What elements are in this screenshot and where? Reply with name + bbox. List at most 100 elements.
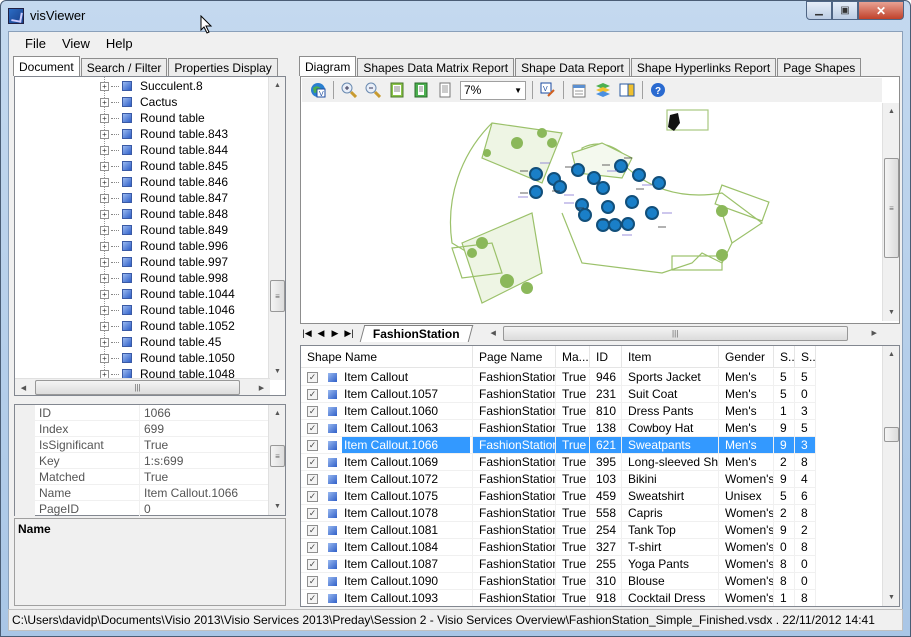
property-row[interactable]: Index 699: [15, 421, 269, 437]
expand-icon[interactable]: +: [100, 177, 109, 187]
shape-report-icon[interactable]: [570, 81, 588, 99]
table-row[interactable]: ✓ Item Callout.1066 FashionStation True 621 S…: [301, 437, 816, 454]
row-checkbox[interactable]: ✓: [307, 389, 318, 401]
tree-horizontal-scrollbar[interactable]: ◀ ||| ▶: [15, 378, 270, 395]
page-tab-fashionstation[interactable]: FashionStation: [359, 324, 473, 342]
tree-item[interactable]: + Cactus: [100, 94, 177, 110]
row-checkbox[interactable]: ✓: [307, 440, 318, 452]
scroll-left-arrow-icon[interactable]: ◀: [485, 325, 502, 342]
expand-icon[interactable]: +: [100, 305, 109, 315]
row-checkbox[interactable]: ✓: [307, 406, 318, 418]
expand-icon[interactable]: +: [100, 81, 109, 91]
column-header[interactable]: Shape Name: [301, 346, 473, 367]
tree-item[interactable]: + Round table: [100, 110, 205, 126]
zoom-level-dropdown[interactable]: 7%: [460, 80, 526, 100]
minimize-button[interactable]: ▁: [806, 1, 832, 20]
tab-shapes-data-matrix-report[interactable]: Shapes Data Matrix Report: [357, 58, 515, 76]
table-row[interactable]: ✓ Item Callout.1060 FashionStation True 810 D…: [301, 403, 816, 420]
column-header[interactable]: Gender: [719, 346, 774, 367]
expand-icon[interactable]: +: [100, 257, 109, 267]
column-header[interactable]: Item: [622, 346, 719, 367]
row-checkbox[interactable]: ✓: [307, 372, 318, 384]
table-row[interactable]: ✓ Item Callout.1063 FashionStation True 138 C…: [301, 420, 816, 437]
previous-page-icon[interactable]: ◀: [314, 328, 328, 339]
edit-visio-icon[interactable]: V: [539, 81, 557, 99]
expand-icon[interactable]: +: [100, 321, 109, 331]
scroll-thumb[interactable]: ≡: [884, 158, 899, 258]
props-vertical-scrollbar[interactable]: ▲ ≡ ▼: [268, 405, 285, 515]
next-page-icon[interactable]: ▶: [328, 328, 342, 339]
first-page-icon[interactable]: |◀: [300, 328, 314, 339]
tab-page-shapes[interactable]: Page Shapes: [777, 58, 862, 76]
scroll-down-arrow-icon[interactable]: ▼: [269, 498, 286, 515]
property-row[interactable]: Matched True: [15, 469, 269, 485]
expand-icon[interactable]: +: [100, 337, 109, 347]
expand-icon[interactable]: +: [100, 97, 109, 107]
table-row[interactable]: ✓ Item Callout.1072 FashionStation True 103 B…: [301, 471, 816, 488]
property-row[interactable]: Name Item Callout.1066: [15, 485, 269, 501]
table-row[interactable]: ✓ Item Callout FashionStation True 946 Sports…: [301, 369, 816, 386]
row-checkbox[interactable]: ✓: [307, 576, 318, 588]
help-icon[interactable]: ?: [649, 81, 667, 99]
fit-width-icon[interactable]: [412, 81, 430, 99]
scroll-thumb[interactable]: [884, 427, 899, 442]
row-checkbox[interactable]: ✓: [307, 423, 318, 435]
scroll-down-arrow-icon[interactable]: ▼: [269, 363, 286, 380]
column-header[interactable]: Page Name: [473, 346, 556, 367]
tree-item[interactable]: + Round table.1046: [100, 302, 235, 318]
expand-icon[interactable]: +: [100, 225, 109, 235]
tree-item[interactable]: + Round table.1052: [100, 318, 235, 334]
row-checkbox[interactable]: ✓: [307, 559, 318, 571]
table-row[interactable]: ✓ Item Callout.1057 FashionStation True 231 S…: [301, 386, 816, 403]
table-row[interactable]: ✓ Item Callout.1090 FashionStation True 310 B…: [301, 573, 816, 590]
row-checkbox[interactable]: ✓: [307, 491, 318, 503]
panel-layout-icon[interactable]: [618, 81, 636, 99]
expand-icon[interactable]: +: [100, 273, 109, 283]
row-checkbox[interactable]: ✓: [307, 525, 318, 537]
expand-icon[interactable]: +: [100, 113, 109, 123]
scroll-up-arrow-icon[interactable]: ▲: [269, 405, 286, 422]
property-row[interactable]: ID 1066: [15, 405, 269, 421]
tab-shape-data-report[interactable]: Shape Data Report: [515, 58, 630, 76]
grid-vertical-scrollbar[interactable]: ▲ ▼: [882, 346, 899, 606]
scroll-up-arrow-icon[interactable]: ▲: [883, 346, 899, 363]
canvas-horizontal-scrollbar[interactable]: ◀ ||| ▶: [485, 325, 877, 342]
tree-item[interactable]: + Round table.997: [100, 254, 228, 270]
menu-file[interactable]: File: [17, 36, 54, 51]
tab-diagram[interactable]: Diagram: [299, 56, 357, 76]
column-header[interactable]: S..: [795, 346, 816, 367]
tree-item[interactable]: + Round table.1044: [100, 286, 235, 302]
scroll-thumb[interactable]: ≡: [270, 280, 285, 312]
column-header[interactable]: S..: [774, 346, 795, 367]
tab-search-filter[interactable]: Search / Filter: [80, 58, 168, 76]
tab-document[interactable]: Document: [13, 56, 80, 76]
last-page-icon[interactable]: ▶|: [342, 328, 356, 339]
menu-help[interactable]: Help: [98, 36, 141, 51]
tree-item[interactable]: + Round table.996: [100, 238, 228, 254]
column-header[interactable]: Ma...: [556, 346, 590, 367]
table-row[interactable]: ✓ Item Callout.1075 FashionStation True 459 S…: [301, 488, 816, 505]
scroll-up-arrow-icon[interactable]: ▲: [269, 77, 286, 94]
menu-view[interactable]: View: [54, 36, 98, 51]
property-row[interactable]: Key 1:s:699: [15, 453, 269, 469]
row-checkbox[interactable]: ✓: [307, 508, 318, 520]
tree-item[interactable]: + Round table.843: [100, 126, 228, 142]
property-row[interactable]: IsSignificant True: [15, 437, 269, 453]
tree-item[interactable]: + Round table.998: [100, 270, 228, 286]
tree-item[interactable]: + Round table.848: [100, 206, 228, 222]
actual-size-icon[interactable]: [436, 81, 454, 99]
maximize-button[interactable]: ▣: [832, 1, 858, 20]
expand-icon[interactable]: +: [100, 241, 109, 251]
shapes-data-grid[interactable]: Shape Name Page Name Ma... ID Item Gender S.. S…: [300, 345, 900, 607]
tree-item[interactable]: + Round table.847: [100, 190, 228, 206]
diagram-vertical-scrollbar[interactable]: ▲ ≡ ▼: [882, 103, 899, 321]
tree-item[interactable]: + Succulent.8: [100, 78, 203, 94]
expand-icon[interactable]: +: [100, 129, 109, 139]
row-checkbox[interactable]: ✓: [307, 457, 318, 469]
expand-icon[interactable]: +: [100, 145, 109, 155]
expand-icon[interactable]: +: [100, 193, 109, 203]
scroll-down-arrow-icon[interactable]: ▼: [883, 589, 899, 606]
tree-vertical-scrollbar[interactable]: ▲ ≡ ▼: [268, 77, 285, 380]
tree-item[interactable]: + Round table.844: [100, 142, 228, 158]
table-row[interactable]: ✓ Item Callout.1078 FashionStation True 558 C…: [301, 505, 816, 522]
